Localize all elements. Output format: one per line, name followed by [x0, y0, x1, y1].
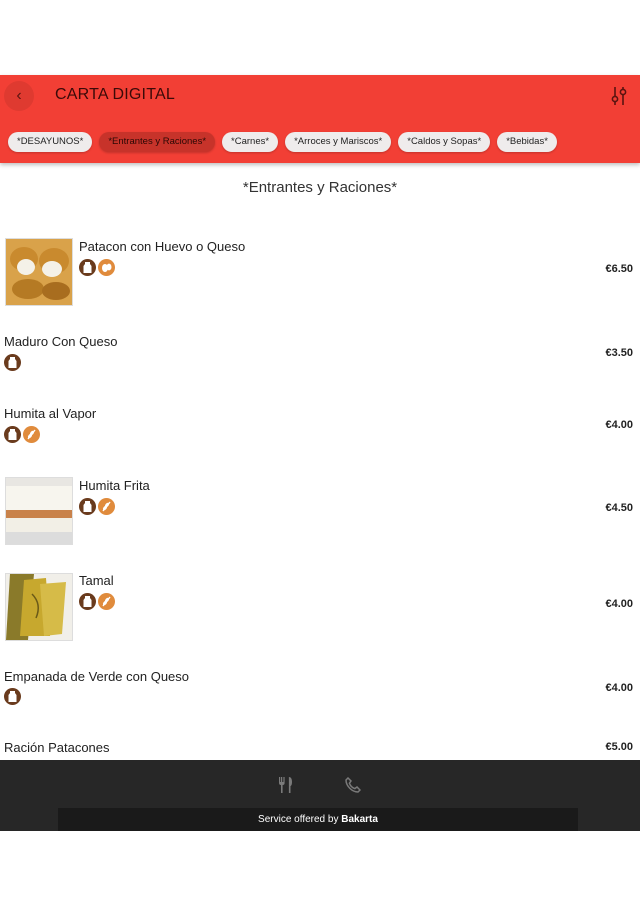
item-name: Patacon con Huevo o Queso: [79, 239, 246, 254]
tab-carnes[interactable]: *Carnes*: [222, 132, 279, 152]
item-name: Empanada de Verde con Queso: [4, 669, 190, 684]
service-brand[interactable]: Bakarta: [341, 814, 378, 825]
tab-bebidas[interactable]: *Bebidas*: [497, 132, 557, 152]
call-button[interactable]: [342, 774, 364, 796]
item-price: €4.00: [605, 682, 633, 694]
milk-allergen-icon: [79, 259, 96, 276]
menu-button[interactable]: [275, 774, 297, 796]
service-credit: Service offered by Bakarta: [58, 808, 578, 831]
allergen-icons: [79, 593, 115, 610]
item-name: Humita al Vapor: [4, 406, 97, 421]
item-price: €4.50: [605, 502, 633, 514]
tab-caldos-y-sopas[interactable]: *Caldos y Sopas*: [398, 132, 491, 152]
dish-photo: [5, 238, 73, 306]
egg-allergen-icon: [98, 259, 115, 276]
sliders-icon: [611, 87, 627, 105]
filter-button[interactable]: [608, 85, 630, 107]
gluten-allergen-icon: [98, 593, 115, 610]
item-price: €6.50: [605, 263, 633, 275]
tab-entrantes-y-raciones[interactable]: *Entrantes y Raciones*: [99, 132, 216, 152]
tab-arroces-y-mariscos[interactable]: *Arroces y Mariscos*: [285, 132, 392, 152]
section-title: *Entrantes y Raciones*: [242, 179, 398, 196]
milk-allergen-icon: [79, 593, 96, 610]
item-price: €5.00: [605, 741, 633, 753]
fork-knife-icon: [279, 777, 292, 793]
item-price: €4.00: [605, 419, 633, 431]
dish-photo: [5, 573, 73, 641]
category-tabs: *DESAYUNOS* *Entrantes y Raciones* *Carn…: [8, 132, 557, 154]
item-name: Ración Patacones: [4, 740, 110, 755]
dish-photo: [5, 477, 73, 545]
footer-bar: Service offered by Bakarta: [0, 760, 640, 831]
allergen-icons: [4, 688, 21, 705]
chevron-left-icon: ‹: [16, 87, 22, 104]
service-prefix: Service offered by: [258, 814, 342, 825]
item-price: €4.00: [605, 598, 633, 610]
gluten-allergen-icon: [23, 426, 40, 443]
allergen-icons: [4, 426, 40, 443]
item-name: Humita Frita: [79, 478, 150, 493]
milk-allergen-icon: [4, 354, 21, 371]
back-button[interactable]: ‹: [4, 81, 34, 111]
milk-allergen-icon: [4, 426, 21, 443]
phone-icon: [345, 777, 361, 793]
allergen-icons: [4, 354, 21, 371]
page-title: CARTA DIGITAL: [55, 86, 175, 103]
app-header: ‹ CARTA DIGITAL *DESAYUNOS* *Entrantes y…: [0, 75, 640, 163]
item-price: €3.50: [605, 347, 633, 359]
item-name: Maduro Con Queso: [4, 334, 118, 349]
allergen-icons: [79, 498, 115, 515]
milk-allergen-icon: [4, 688, 21, 705]
allergen-icons: [79, 259, 115, 276]
tab-desayunos[interactable]: *DESAYUNOS*: [8, 132, 93, 152]
milk-allergen-icon: [79, 498, 96, 515]
gluten-allergen-icon: [98, 498, 115, 515]
item-name: Tamal: [79, 573, 114, 588]
